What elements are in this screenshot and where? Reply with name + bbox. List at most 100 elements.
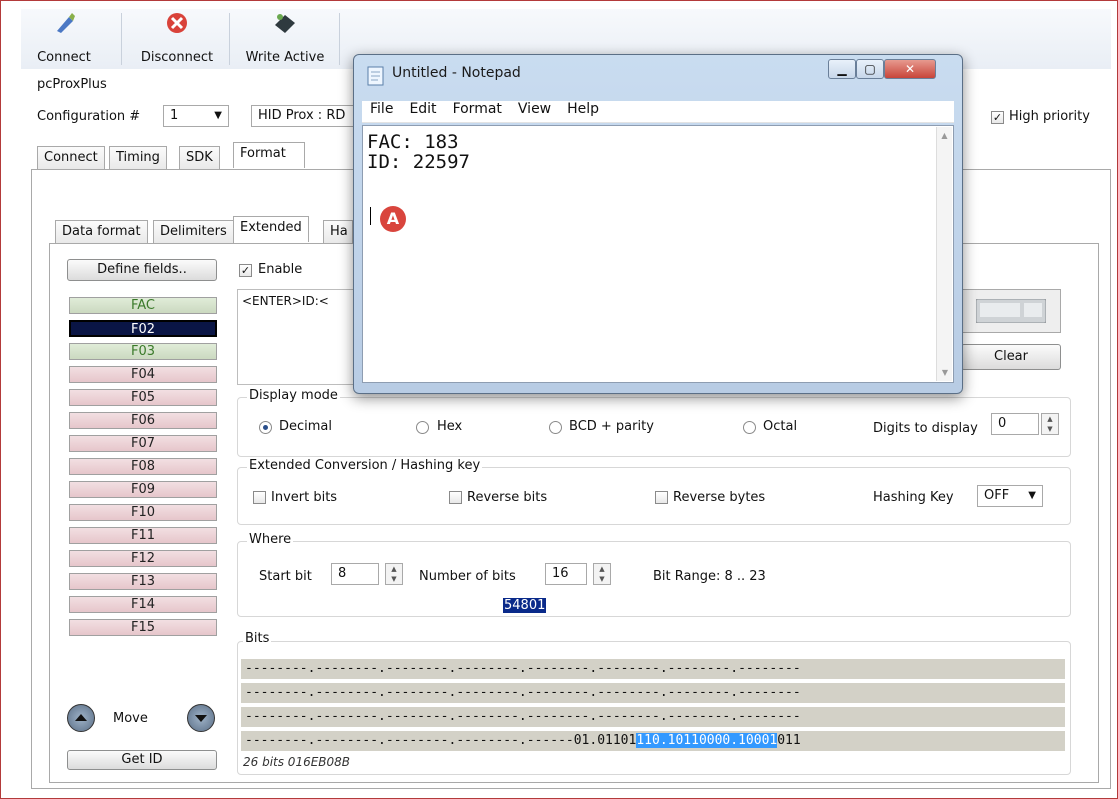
invert-bits-checkbox[interactable] [253, 491, 266, 504]
number-of-bits-input[interactable]: 16 [545, 563, 587, 585]
invert-bits-label: Invert bits [271, 490, 338, 505]
reverse-bytes-checkbox[interactable] [655, 491, 668, 504]
menu-view[interactable]: View [518, 101, 551, 117]
arrow-up-icon [75, 714, 87, 721]
annotation-marker: A [380, 206, 406, 232]
field-item-f09[interactable]: F09 [69, 481, 217, 498]
text-cursor [370, 207, 371, 225]
minimize-icon: ▁ [837, 62, 847, 76]
field-item-f02[interactable]: F02 [69, 320, 217, 337]
toolbar-separator [229, 13, 230, 65]
high-priority-checkbox[interactable]: ✓ [991, 111, 1004, 124]
bit-row: --------.--------.--------.--------.----… [241, 683, 1065, 703]
bits-title: Bits [243, 631, 272, 646]
notepad-scrollbar[interactable]: ▲ ▼ [936, 127, 952, 381]
disconnect-label: Disconnect [140, 50, 214, 65]
field-item-f14[interactable]: F14 [69, 596, 217, 613]
tab-delimiters[interactable]: Delimiters [153, 220, 234, 244]
card-type-select[interactable]: HID Prox : RD [251, 105, 355, 127]
field-item-f05[interactable]: F05 [69, 389, 217, 406]
move-up-button[interactable] [67, 704, 95, 732]
bit-row: --------.--------.--------.--------.----… [241, 707, 1065, 727]
define-fields-button[interactable]: Define fields.. [67, 259, 217, 281]
disconnect-button[interactable]: Disconnect [131, 11, 223, 67]
notepad-line: ID: 22597 [367, 151, 470, 173]
digits-input[interactable]: 0 [991, 413, 1039, 435]
tab-connect[interactable]: Connect [37, 146, 105, 170]
radio-hex[interactable] [416, 421, 429, 434]
notepad-title: Untitled - Notepad [392, 65, 521, 81]
tab-sdk[interactable]: SDK [179, 146, 220, 170]
config-value: 1 [170, 108, 179, 123]
config-select[interactable]: 1 ▼ [163, 105, 229, 127]
bits-summary: 26 bits 016EB08B [243, 755, 351, 769]
decimal-label: Decimal [279, 419, 333, 434]
tab-data-format[interactable]: Data format [55, 220, 148, 244]
chevron-down-icon: ▼ [1028, 490, 1036, 501]
maximize-button[interactable]: ▢ [856, 59, 884, 79]
card-type-value: HID Prox : RD [258, 108, 346, 123]
notepad-text-area[interactable]: FAC: 183 ID: 22597 [362, 125, 954, 383]
radio-decimal[interactable] [259, 421, 272, 434]
hashing-key-select[interactable]: OFF ▼ [977, 485, 1043, 507]
menu-edit[interactable]: Edit [409, 101, 436, 117]
radio-octal[interactable] [743, 421, 756, 434]
tab-extended[interactable]: Extended [233, 216, 309, 242]
minimize-button[interactable]: ▁ [828, 59, 856, 79]
start-bit-spinner[interactable]: ▲ ▼ [385, 563, 403, 585]
move-label: Move [113, 711, 148, 726]
write-card-icon [275, 14, 295, 33]
write-active-button[interactable]: Write Active [237, 11, 333, 67]
field-item-f10[interactable]: F10 [69, 504, 217, 521]
field-item-f11[interactable]: F11 [69, 527, 217, 544]
digits-label: Digits to display [873, 421, 978, 436]
field-item-f13[interactable]: F13 [69, 573, 217, 590]
connect-button[interactable]: Connect [29, 11, 99, 67]
sequence-textbox[interactable]: <ENTER>ID:< [237, 289, 357, 385]
disconnect-icon [167, 13, 187, 33]
field-item-f12[interactable]: F12 [69, 550, 217, 567]
sequence-text: <ENTER>ID:< [242, 294, 329, 308]
hashing-key-value: OFF [984, 488, 1010, 503]
menu-help[interactable]: Help [567, 101, 599, 117]
radio-bcd-parity[interactable] [549, 421, 562, 434]
bit-range-label: Bit Range: 8 .. 23 [653, 569, 766, 584]
notepad-line: FAC: 183 [367, 131, 459, 153]
bits-prefix: --------.--------.--------.--------.----… [245, 733, 637, 748]
value-preview: 54801 [503, 598, 547, 613]
tab-hashing[interactable]: Ha [323, 220, 353, 244]
notepad-window[interactable]: Untitled - Notepad ▁ ▢ ✕ File Edit Format V… [353, 54, 963, 394]
field-item-f08[interactable]: F08 [69, 458, 217, 475]
tab-timing[interactable]: Timing [109, 146, 167, 170]
field-item-f15[interactable]: F15 [69, 619, 217, 636]
digits-spinner[interactable]: ▲ ▼ [1041, 413, 1059, 435]
start-bit-input[interactable]: 8 [331, 563, 379, 585]
close-button[interactable]: ✕ [884, 59, 936, 79]
menu-format[interactable]: Format [453, 101, 502, 117]
tab-format[interactable]: Format [233, 142, 305, 168]
high-priority-label: High priority [1009, 109, 1090, 124]
get-id-button[interactable]: Get ID [67, 750, 217, 770]
arrow-down-icon [195, 715, 207, 722]
bit-row-last: --------.--------.--------.--------.----… [241, 731, 1065, 751]
display-mode-title: Display mode [247, 388, 340, 403]
digits-value: 0 [998, 416, 1007, 431]
enable-checkbox[interactable]: ✓ [239, 264, 252, 277]
field-item-f06[interactable]: F06 [69, 412, 217, 429]
clear-button[interactable]: Clear [961, 344, 1061, 370]
reverse-bits-checkbox[interactable] [449, 491, 462, 504]
field-item-f04[interactable]: F04 [69, 366, 217, 383]
number-of-bits-spinner[interactable]: ▲ ▼ [593, 563, 611, 585]
bits-selected-range: 110.10110000.10001 [636, 733, 778, 748]
menu-file[interactable]: File [370, 101, 393, 117]
number-of-bits-value: 16 [552, 566, 569, 581]
field-item-f07[interactable]: F07 [69, 435, 217, 452]
bits-suffix: 011 [777, 733, 801, 748]
connect-icon [57, 13, 75, 33]
move-down-button[interactable] [187, 704, 215, 732]
field-item-f03[interactable]: F03 [69, 343, 217, 360]
keyboard-button[interactable] [961, 289, 1061, 333]
field-item-fac[interactable]: FAC [69, 297, 217, 314]
enable-label: Enable [258, 262, 303, 277]
chevron-down-icon: ▼ [214, 110, 222, 121]
